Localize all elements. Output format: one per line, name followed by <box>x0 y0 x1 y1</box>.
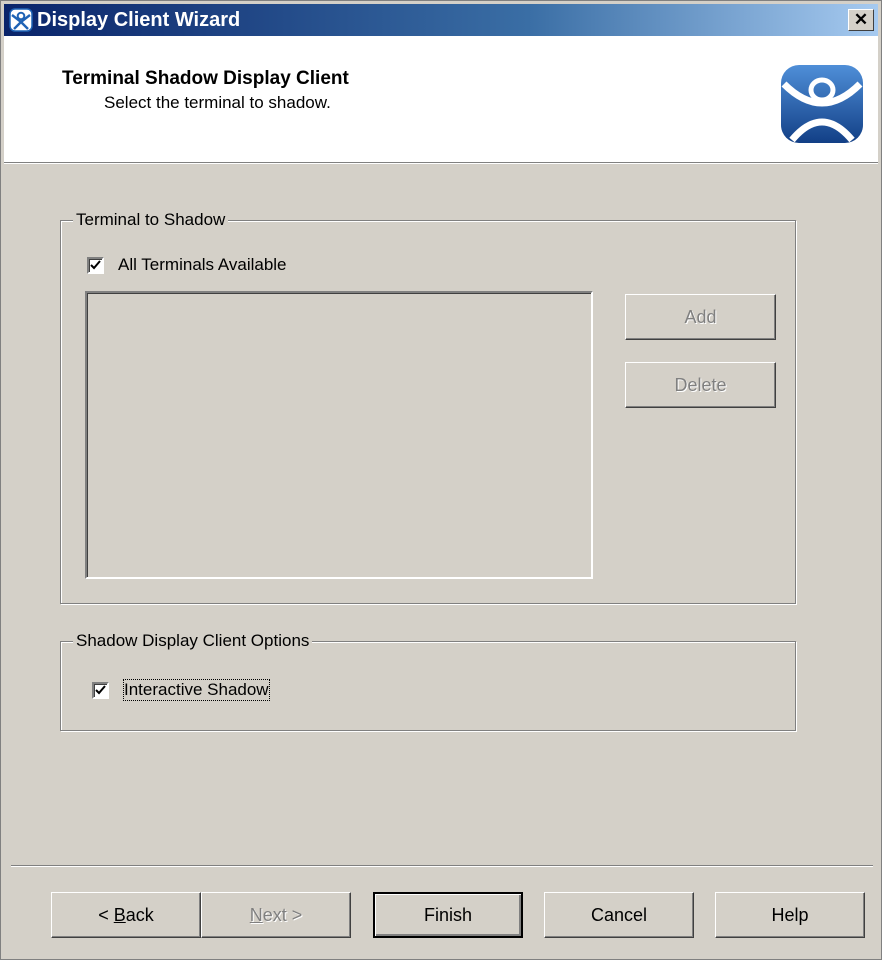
cancel-button[interactable]: Cancel <box>544 892 694 938</box>
header-divider-highlight <box>4 163 878 164</box>
delete-button[interactable]: Delete <box>625 362 776 408</box>
help-button[interactable]: Help <box>715 892 865 938</box>
footer-divider-highlight <box>11 866 873 867</box>
terminal-to-shadow-label: Terminal to Shadow <box>73 210 229 230</box>
thinmanager-icon <box>9 8 33 32</box>
title-bar[interactable]: Display Client Wizard ✕ <box>4 4 878 36</box>
next-button[interactable]: Next > <box>201 892 351 938</box>
interactive-shadow-label[interactable]: Interactive Shadow <box>123 679 270 701</box>
back-button[interactable]: < Back <box>51 892 201 938</box>
close-button[interactable]: ✕ <box>848 9 874 31</box>
all-terminals-label[interactable]: All Terminals Available <box>118 255 287 275</box>
thinmanager-logo <box>781 65 863 143</box>
window-title: Display Client Wizard <box>37 9 241 31</box>
finish-button[interactable]: Finish <box>373 892 523 938</box>
terminals-listbox[interactable] <box>85 291 593 579</box>
back-label: < Back <box>98 904 154 925</box>
close-icon: ✕ <box>853 10 869 29</box>
wizard-window: Display Client Wizard ✕ Terminal Shadow … <box>0 0 882 960</box>
page-subtitle: Select the terminal to shadow. <box>104 93 331 112</box>
all-terminals-checkbox[interactable] <box>87 257 104 274</box>
shadow-options-label: Shadow Display Client Options <box>73 631 313 651</box>
wizard-header: Terminal Shadow Display Client Select th… <box>4 36 878 162</box>
check-icon <box>95 685 106 695</box>
next-label: Next > <box>249 904 303 925</box>
check-icon <box>90 260 101 270</box>
interactive-shadow-checkbox[interactable] <box>92 682 109 699</box>
add-button[interactable]: Add <box>625 294 776 340</box>
page-title: Terminal Shadow Display Client <box>62 68 349 89</box>
